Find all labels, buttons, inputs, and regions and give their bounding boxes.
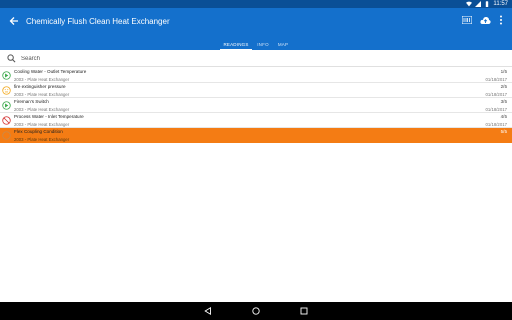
reading-asset: 2003 - Plate Heat Exchanger (14, 76, 70, 82)
nav-recents-button[interactable] (299, 306, 309, 316)
reading-count: 4/5 (500, 114, 507, 119)
reading-title: Process Water - Inlet Temperature (14, 114, 84, 119)
status-time: 11:57 (493, 1, 508, 7)
back-button[interactable] (6, 13, 22, 29)
barcode-button[interactable] (461, 14, 473, 26)
nav-recents-icon (300, 307, 308, 315)
reading-asset: 2003 - Plate Heat Exchanger (14, 106, 70, 112)
list-item-selected[interactable]: Flex Coupling Condition 2003 - Plate Hea… (0, 128, 512, 143)
list-item[interactable]: Cooling Water - Outlet Temperature 2003 … (0, 68, 512, 83)
nav-home-icon (252, 307, 260, 315)
reading-date: 01/18/2017 (485, 91, 507, 97)
empty-circle-icon (2, 131, 11, 140)
more-options-button[interactable] (495, 14, 507, 26)
list-item[interactable]: fire extinguisher pressure 2003 - Plate … (0, 83, 512, 98)
blocked-circle-icon (2, 116, 11, 125)
tab-readings[interactable]: READINGS (220, 38, 252, 50)
reading-count: 2/5 (500, 84, 507, 89)
reading-title: fire extinguisher pressure (14, 84, 66, 89)
tab-map[interactable]: MAP (274, 38, 292, 50)
warning-face-icon (2, 86, 11, 95)
nav-back-button[interactable] (203, 306, 213, 316)
reading-date: 01/18/2017 (485, 106, 507, 112)
status-icons: 11:57 (466, 0, 508, 8)
tab-readings-label: READINGS (223, 41, 249, 47)
check-circle-icon (2, 101, 11, 110)
tab-indicator (220, 48, 252, 50)
more-vert-icon (500, 15, 502, 25)
arrow-back-icon (9, 17, 18, 25)
search-input[interactable] (21, 53, 501, 65)
reading-count: 3/5 (500, 99, 507, 104)
nav-home-button[interactable] (251, 306, 261, 316)
nav-back-icon (204, 307, 211, 315)
wifi-icon (466, 1, 473, 7)
sync-button[interactable] (479, 14, 491, 26)
reading-title: Fireman's Switch (14, 99, 49, 104)
list-item[interactable]: Fireman's Switch 2003 - Plate Heat Excha… (0, 98, 512, 113)
check-circle-icon (2, 71, 11, 80)
reading-asset: 2003 - Plate Heat Exchanger (14, 91, 70, 97)
signal-icon (475, 1, 482, 7)
reading-asset: 2003 - Plate Heat Exchanger (14, 136, 70, 142)
battery-icon (486, 1, 489, 7)
readings-list: Cooling Water - Outlet Temperature 2003 … (0, 68, 512, 143)
reading-count: 5/5 (500, 129, 507, 134)
app-bar: Chemically Flush Clean Heat Exchanger RE… (0, 8, 512, 50)
reading-asset: 2003 - Plate Heat Exchanger (14, 121, 70, 127)
page-title: Chemically Flush Clean Heat Exchanger (26, 17, 170, 26)
cloud-upload-icon (479, 16, 491, 24)
reading-title: Flex Coupling Condition (14, 129, 63, 134)
list-item[interactable]: Process Water - Inlet Temperature 2003 -… (0, 113, 512, 128)
navigation-bar (0, 302, 512, 320)
reading-date: 01/18/2017 (485, 76, 507, 82)
reading-date: 01/18/2017 (485, 121, 507, 127)
search-icon[interactable] (7, 54, 16, 63)
reading-title: Cooling Water - Outlet Temperature (14, 69, 87, 74)
barcode-icon (462, 16, 472, 24)
search-bar (0, 51, 512, 67)
tab-info-label: INFO (257, 41, 269, 47)
status-bar: 11:57 (0, 0, 512, 8)
tab-info[interactable]: INFO (254, 38, 272, 50)
reading-count: 1/5 (500, 69, 507, 74)
tab-map-label: MAP (277, 41, 289, 47)
tab-bar: READINGS INFO MAP (0, 38, 512, 50)
